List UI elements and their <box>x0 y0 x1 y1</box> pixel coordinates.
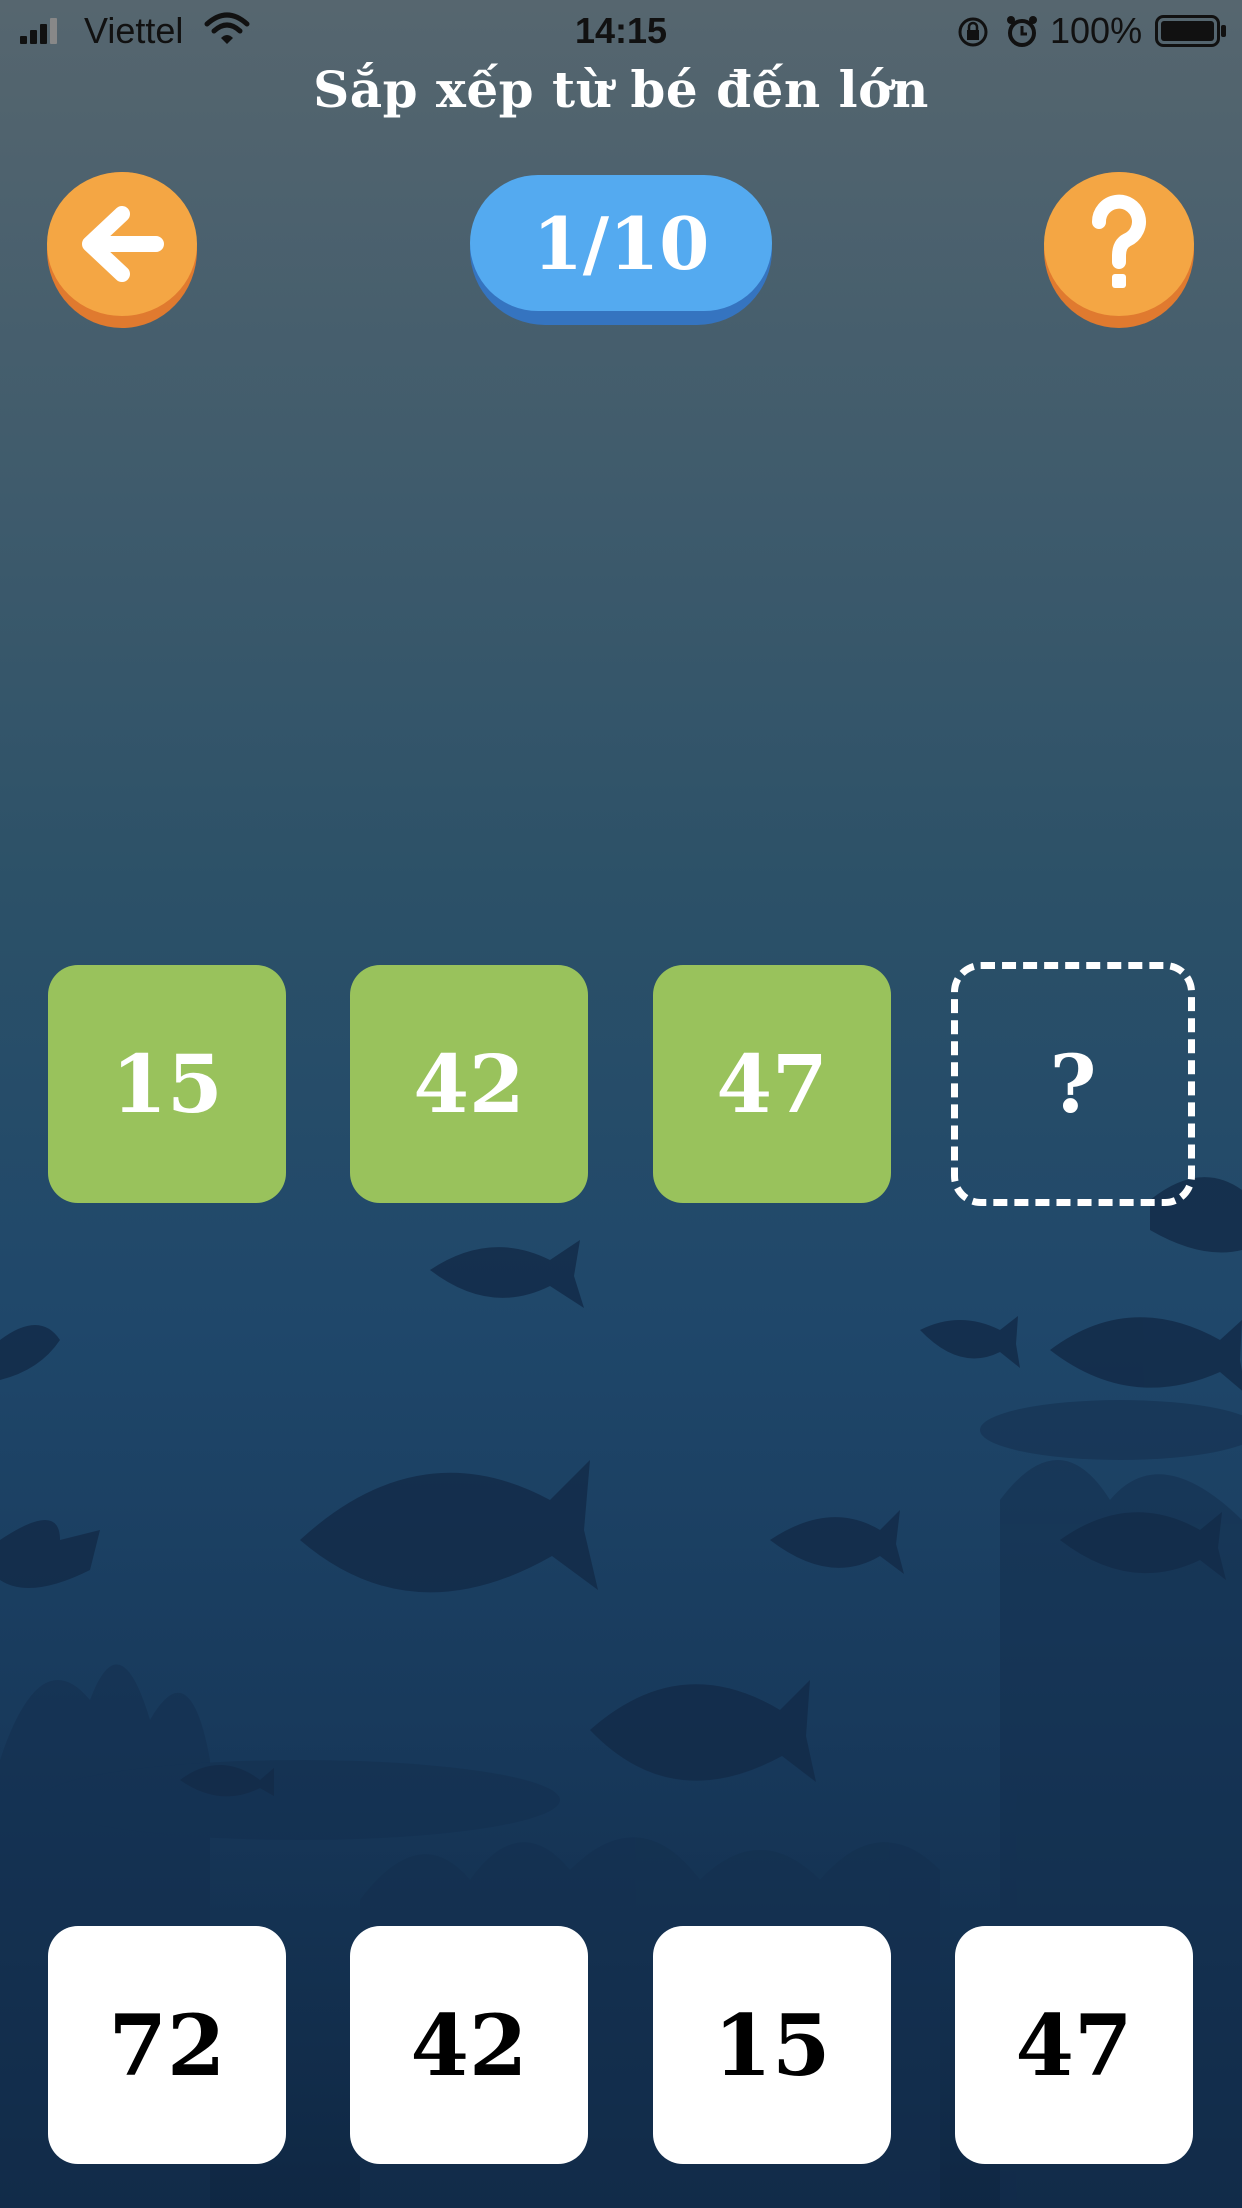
choice-tile-1[interactable]: 72 <box>48 1926 286 2164</box>
status-bar: Viettel 14:15 100% <box>0 0 1242 60</box>
answer-slot-3[interactable]: 47 <box>653 965 891 1203</box>
rotation-lock-icon <box>958 17 988 47</box>
game-screen: Viettel 14:15 100% Sắp xếp từ bé đến lớn <box>0 0 1242 2208</box>
answer-slot-1[interactable]: 15 <box>48 965 286 1203</box>
question-mark-icon <box>1091 194 1146 288</box>
choice-tile-3[interactable]: 15 <box>653 1926 891 2164</box>
choice-tile-4[interactable]: 47 <box>955 1926 1193 2164</box>
arrow-left-icon <box>82 206 164 282</box>
back-button[interactable] <box>47 172 197 328</box>
page-title: Sắp xếp từ bé đến lớn <box>313 60 929 119</box>
answer-slot-2[interactable]: 42 <box>350 965 588 1203</box>
help-button[interactable] <box>1044 172 1194 328</box>
battery-percentage: 100% <box>1050 10 1143 51</box>
progress-text: 1/10 <box>470 175 772 311</box>
answer-slot-empty[interactable]: ? <box>951 962 1195 1206</box>
progress-indicator: 1/10 <box>470 175 772 325</box>
alarm-icon <box>1007 16 1037 47</box>
choice-tile-2[interactable]: 42 <box>350 1926 588 2164</box>
battery-icon <box>1155 15 1226 47</box>
